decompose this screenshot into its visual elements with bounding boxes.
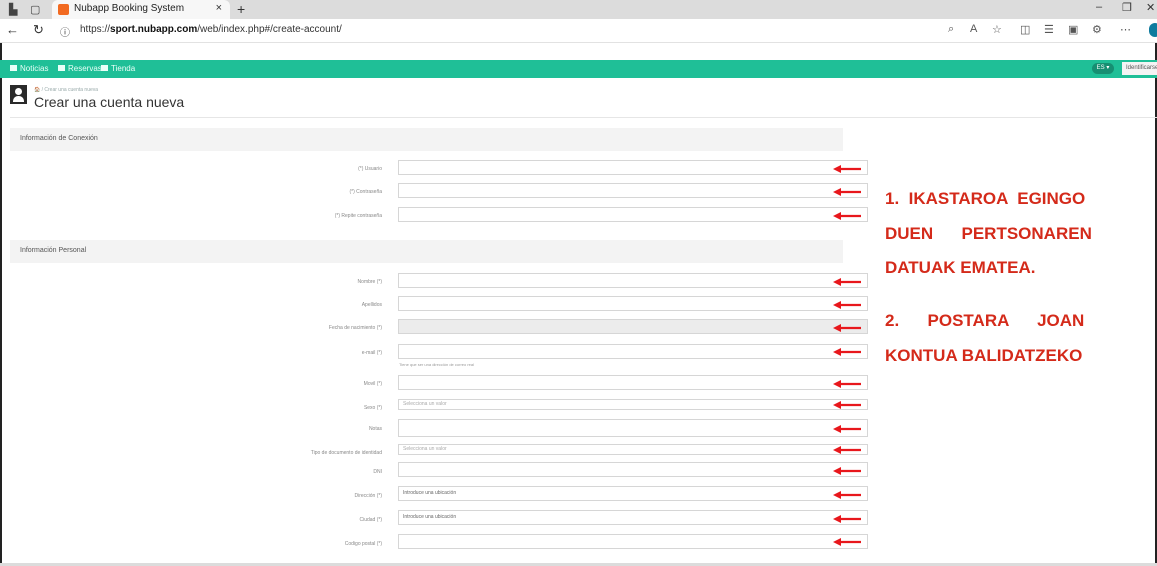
annotation-arrow xyxy=(833,538,861,546)
extensions-icon[interactable]: ⚙ xyxy=(1092,23,1102,36)
refresh-icon[interactable]: ↻ xyxy=(33,22,44,38)
annotation-note-1-line-1: 1. IKASTAROA EGINGO xyxy=(885,189,1086,208)
page-title: Crear una cuenta nueva xyxy=(34,94,185,110)
dni-input[interactable] xyxy=(398,462,868,477)
annotation-arrow xyxy=(833,188,861,196)
nombre-input[interactable] xyxy=(398,273,868,288)
restore-button[interactable]: ❐ xyxy=(1122,1,1132,14)
back-icon[interactable]: ← xyxy=(6,22,19,37)
annotation-arrow xyxy=(833,165,861,173)
direccion-input[interactable]: Introduce una ubicación xyxy=(398,486,868,501)
breadcrumb[interactable]: 🏠 / Crear una cuenta nueva xyxy=(34,87,98,93)
address-bar: ← ↻ ⓘ https://sport.nubapp.com/web/index… xyxy=(0,19,1157,43)
email-input[interactable] xyxy=(398,344,868,359)
site-info-icon[interactable]: ⓘ xyxy=(60,24,70,39)
favorite-star-icon[interactable]: ☆ xyxy=(992,23,1002,36)
apellidos-input[interactable] xyxy=(398,296,868,311)
label-sexo: Sexo (*) xyxy=(363,405,382,411)
tab-close-icon[interactable]: × xyxy=(216,2,222,14)
tab-actions-icon[interactable]: ▢ xyxy=(30,3,40,16)
label-apellidos: Apellidos xyxy=(361,302,382,308)
nav-item-noticias[interactable]: Noticias xyxy=(10,64,48,73)
label-movil: Movil (*) xyxy=(363,381,382,387)
nav-item-reservas[interactable]: Reservas xyxy=(58,64,102,73)
notas-textarea[interactable] xyxy=(398,419,868,437)
new-tab-button[interactable]: + xyxy=(237,1,245,17)
label-notas: Notas xyxy=(368,426,382,432)
label-codigo-postal: Codigo postal (*) xyxy=(344,541,382,547)
annotation-arrow xyxy=(833,425,861,433)
movil-input[interactable] xyxy=(398,375,868,390)
label-dni: DNI xyxy=(373,469,382,475)
url-prefix: https:// xyxy=(80,24,111,35)
split-screen-icon[interactable]: ◫ xyxy=(1020,23,1030,36)
calendar-icon xyxy=(58,65,65,71)
annotation-arrow xyxy=(833,324,861,332)
label-repite-contrasena: (*) Repite contraseña xyxy=(334,213,382,219)
label-contrasena: (*) Contraseña xyxy=(349,189,382,195)
annotation-arrow xyxy=(833,515,861,523)
browser-tab[interactable]: Nubapp Booking System × xyxy=(52,0,230,19)
shop-icon xyxy=(101,65,108,71)
label-email: e-mail (*) xyxy=(361,350,382,356)
label-nombre: Nombre (*) xyxy=(357,279,382,285)
ciudad-input[interactable]: Introduce una ubicación xyxy=(398,510,868,525)
favicon-icon xyxy=(58,4,69,15)
repite-contrasena-input[interactable] xyxy=(398,207,868,222)
fecha-nacimiento-input[interactable] xyxy=(398,319,868,334)
tab-title: Nubapp Booking System xyxy=(74,3,185,14)
minimize-button[interactable]: – xyxy=(1096,1,1102,13)
site-navbar: Noticias Reservas Tienda ES ▾ Identifica… xyxy=(0,60,1157,78)
zoom-icon[interactable]: ⌕ xyxy=(948,23,954,36)
section-connection: Información de Conexión xyxy=(10,128,843,151)
more-menu-icon[interactable]: ⋯ xyxy=(1120,23,1131,36)
section-personal: Información Personal xyxy=(10,240,843,263)
favorites-list-icon[interactable]: ☰ xyxy=(1044,23,1054,36)
usuario-input[interactable] xyxy=(398,160,868,175)
label-direccion: Dirección (*) xyxy=(354,493,382,499)
url-field[interactable]: https://sport.nubapp.com/web/index.php#/… xyxy=(80,24,342,35)
annotation-arrow xyxy=(833,278,861,286)
url-path: /web/index.php#/create-account/ xyxy=(197,24,342,35)
collections-icon[interactable]: ▣ xyxy=(1068,23,1078,36)
annotation-note-1-line-2: DUEN PERTSONAREN xyxy=(885,224,1092,243)
language-selector[interactable]: ES ▾ xyxy=(1092,63,1114,74)
annotation-arrow xyxy=(833,467,861,475)
label-ciudad: Ciudad (*) xyxy=(359,517,382,523)
codigo-postal-input[interactable] xyxy=(398,534,868,549)
label-tipo-documento: Tipo de documento de identidad xyxy=(310,450,382,456)
divider xyxy=(10,117,1157,118)
user-avatar-icon xyxy=(10,85,27,104)
annotation-arrow xyxy=(833,301,861,309)
copilot-icon[interactable] xyxy=(1149,23,1157,37)
annotation-arrow xyxy=(833,380,861,388)
annotation-arrow xyxy=(833,446,861,454)
sexo-select[interactable]: Selecciona un valor xyxy=(398,399,868,410)
annotation-note-1-line-3: DATUAK EMATEA. xyxy=(885,258,1036,277)
annotation-arrow xyxy=(833,212,861,220)
contrasena-input[interactable] xyxy=(398,183,868,198)
annotation-note-2-line-2: KONTUA BALIDATZEKO xyxy=(885,346,1083,365)
profile-sidebar-icon[interactable]: ▙ xyxy=(9,3,17,16)
email-help-text: Tiene que ser una dirección de correo re… xyxy=(399,362,475,367)
annotation-note-2-line-1: 2. POSTARA JOAN xyxy=(885,311,1085,330)
tipo-documento-select[interactable]: Selecciona un valor xyxy=(398,444,868,455)
label-fecha-nacimiento: Fecha de nacimiento (*) xyxy=(328,325,382,331)
annotation-arrow xyxy=(833,491,861,499)
login-button[interactable]: Identificarse xyxy=(1122,62,1157,75)
news-icon xyxy=(10,65,17,71)
read-aloud-icon[interactable]: A xyxy=(970,23,977,35)
annotation-arrow xyxy=(833,401,861,409)
url-host: sport.nubapp.com xyxy=(110,24,198,35)
label-usuario: (*) Usuario xyxy=(358,166,382,172)
nav-item-tienda[interactable]: Tienda xyxy=(101,64,135,73)
annotation-arrow xyxy=(833,348,861,356)
close-window-button[interactable]: ✕ xyxy=(1146,1,1155,14)
tab-strip: ▙ ▢ Nubapp Booking System × + – ❐ ✕ xyxy=(0,0,1157,19)
